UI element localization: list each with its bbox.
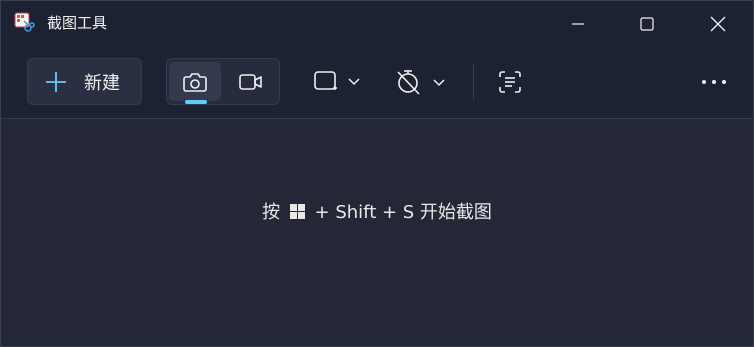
maximize-icon bbox=[640, 17, 654, 31]
snipping-tool-app-icon bbox=[13, 11, 35, 33]
new-snip-button[interactable]: 新建 bbox=[27, 58, 142, 105]
windows-key-icon bbox=[289, 204, 305, 219]
snipping-tool-window: 截图工具 新建 按 + Shift + S 开始截图 bbox=[0, 0, 754, 347]
title-bar: 截图工具 bbox=[1, 1, 753, 47]
toolbar: 新建 bbox=[1, 47, 753, 119]
more-icon bbox=[702, 80, 726, 84]
shortcut-hint: 按 + Shift + S 开始截图 bbox=[1, 201, 753, 225]
active-mode-indicator bbox=[185, 100, 207, 104]
text-scan-icon bbox=[499, 71, 521, 93]
close-button[interactable] bbox=[695, 1, 741, 47]
maximize-button[interactable] bbox=[624, 1, 670, 47]
text-actions-button[interactable] bbox=[489, 61, 531, 103]
camera-icon bbox=[183, 72, 207, 92]
minimize-button[interactable] bbox=[555, 1, 601, 47]
new-snip-label: 新建 bbox=[84, 72, 120, 94]
plus-icon bbox=[46, 71, 66, 92]
delay-dropdown[interactable] bbox=[391, 61, 451, 103]
timer-off-icon bbox=[397, 70, 445, 95]
capture-mode-switch bbox=[166, 58, 280, 105]
rectangle-snip-icon bbox=[314, 71, 360, 90]
close-icon bbox=[710, 16, 726, 32]
video-mode-button[interactable] bbox=[225, 62, 277, 101]
more-options-button[interactable] bbox=[691, 61, 737, 103]
screenshot-mode-button[interactable] bbox=[169, 62, 221, 104]
hint-suffix: + Shift + S 开始截图 bbox=[314, 202, 492, 223]
snip-mode-dropdown[interactable] bbox=[307, 61, 367, 103]
toolbar-divider bbox=[473, 64, 474, 100]
minimize-icon bbox=[572, 23, 584, 25]
video-camera-icon bbox=[239, 73, 262, 90]
snip-canvas-area: 按 + Shift + S 开始截图 bbox=[1, 119, 753, 346]
window-title: 截图工具 bbox=[47, 14, 108, 32]
hint-prefix: 按 bbox=[262, 202, 281, 223]
